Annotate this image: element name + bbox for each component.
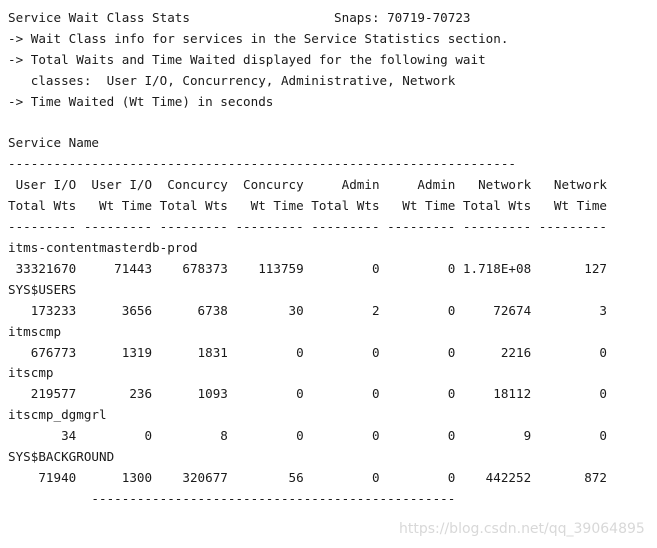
watermark-text: https://blog.csdn.net/qq_39064895 xyxy=(399,521,645,537)
report-body-text: Service Wait Class Stats Snaps: 70719-70… xyxy=(8,10,607,506)
awr-service-wait-class-stats-report: Service Wait Class Stats Snaps: 70719-70… xyxy=(0,0,657,548)
